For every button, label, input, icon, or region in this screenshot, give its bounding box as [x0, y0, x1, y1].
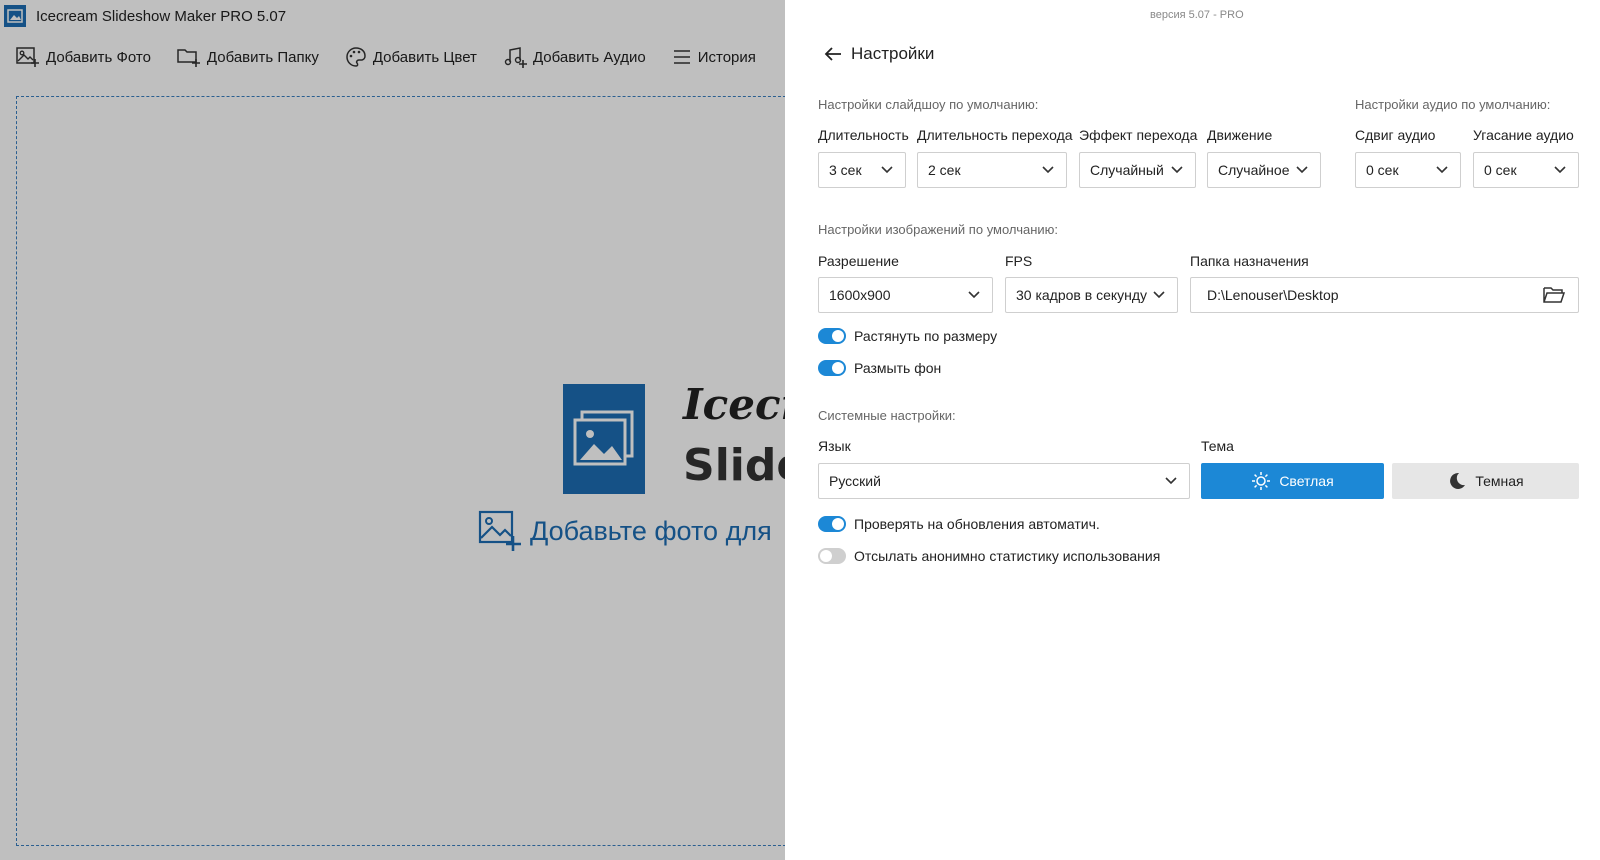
fps-value: 30 кадров в секунду: [1016, 287, 1148, 303]
transition-effect-value: Случайный: [1090, 162, 1164, 178]
chevron-down-icon: [1042, 166, 1054, 174]
chevron-down-icon: [968, 291, 980, 299]
resolution-label: Разрешение: [818, 253, 899, 269]
audio-fade-label: Угасание аудио: [1473, 127, 1574, 143]
history-button[interactable]: История: [672, 48, 756, 66]
resolution-select[interactable]: 1600x900: [818, 277, 993, 313]
theme-light-button[interactable]: Светлая: [1201, 463, 1384, 499]
chevron-down-icon: [1436, 166, 1448, 174]
version-label: версия 5.07 - PRO: [1150, 9, 1244, 21]
blur-toggle-row: Размыть фон: [818, 360, 941, 376]
theme-dark-label: Темная: [1475, 473, 1524, 489]
toggle-knob: [832, 330, 844, 342]
app-logo-icon: [4, 5, 26, 27]
add-color-label: Добавить Цвет: [372, 48, 477, 66]
menu-icon: [673, 50, 690, 64]
chevron-down-icon: [1165, 477, 1177, 485]
add-audio-icon: [504, 47, 527, 68]
transition-effect-label: Эффект перехода: [1079, 127, 1198, 143]
language-value: Русский: [829, 473, 881, 489]
photo-drop-zone[interactable]: [16, 96, 785, 846]
audio-fade-select[interactable]: 0 сек: [1473, 152, 1579, 188]
logo-text-line2: Slide: [683, 440, 785, 491]
add-photo-icon: [16, 47, 39, 67]
blur-toggle[interactable]: [818, 360, 846, 376]
stretch-label: Растянуть по размеру: [854, 328, 998, 344]
slideshow-section-title: Настройки слайдшоу по умолчанию:: [818, 97, 1039, 112]
audio-shift-select[interactable]: 0 сек: [1355, 152, 1461, 188]
add-folder-icon: [177, 49, 200, 67]
stretch-toggle-row: Растянуть по размеру: [818, 328, 997, 344]
settings-title: Настройки: [851, 44, 935, 63]
transition-duration-select[interactable]: 2 сек: [917, 152, 1067, 188]
destination-folder-label: Папка назначения: [1190, 253, 1309, 269]
window-title: Icecream Slideshow Maker PRO 5.07: [36, 7, 287, 25]
add-audio-button[interactable]: Добавить Аудио: [503, 46, 646, 68]
add-photos-hint[interactable]: Добавьте фото для: [478, 510, 772, 552]
stretch-toggle[interactable]: [818, 328, 846, 344]
destination-folder-value: D:\Lenouser\Desktop: [1207, 287, 1339, 303]
transition-duration-value: 2 сек: [928, 162, 961, 178]
product-logo-icon: [563, 384, 645, 494]
history-label: История: [697, 48, 756, 66]
add-photos-hint-text: Добавьте фото для: [530, 515, 772, 546]
audio-fade-value: 0 сек: [1484, 162, 1517, 178]
fps-select[interactable]: 30 кадров в секунду: [1005, 277, 1178, 313]
add-folder-label: Добавить Папку: [206, 48, 319, 66]
toggle-knob: [832, 362, 844, 374]
resolution-value: 1600x900: [829, 287, 891, 303]
motion-value: Случайное: [1218, 162, 1290, 178]
language-label: Язык: [818, 438, 851, 454]
toggle-knob: [820, 550, 832, 562]
back-button[interactable]: Настройки: [823, 44, 934, 64]
add-audio-label: Добавить Аудио: [532, 48, 646, 66]
updates-label: Проверять на обновления автоматич.: [854, 516, 1100, 532]
audio-shift-label: Сдвиг аудио: [1355, 127, 1436, 143]
settings-panel: версия 5.07 - PRO Настройки Настройки сл…: [785, 0, 1600, 860]
updates-toggle-row: Проверять на обновления автоматич.: [818, 516, 1100, 532]
duration-value: 3 сек: [829, 162, 862, 178]
add-photo-label: Добавить Фото: [46, 48, 151, 66]
duration-select[interactable]: 3 сек: [818, 152, 906, 188]
audio-section-title: Настройки аудио по умолчанию:: [1355, 97, 1551, 112]
language-select[interactable]: Русский: [818, 463, 1190, 499]
system-section-title: Системные настройки:: [818, 408, 956, 423]
audio-shift-value: 0 сек: [1366, 162, 1399, 178]
chevron-down-icon: [881, 166, 893, 174]
moon-icon: [1450, 472, 1466, 489]
toolbar: Добавить Фото Добавить Папку Добавить Цв…: [0, 38, 766, 76]
chevron-down-icon: [1554, 166, 1566, 174]
motion-label: Движение: [1207, 127, 1273, 143]
palette-icon: [346, 47, 366, 67]
sun-icon: [1252, 472, 1271, 490]
theme-light-label: Светлая: [1279, 473, 1334, 489]
updates-toggle[interactable]: [818, 516, 846, 532]
folder-open-icon[interactable]: [1542, 285, 1566, 305]
blur-label: Размыть фон: [854, 360, 942, 376]
chevron-down-icon: [1171, 166, 1183, 174]
stats-toggle-row: Отсылать анонимно статистику использован…: [818, 548, 1160, 564]
add-color-button[interactable]: Добавить Цвет: [345, 46, 477, 68]
image-section-title: Настройки изображений по умолчанию:: [818, 222, 1059, 237]
logo-text-line1: Icecr: [683, 380, 785, 429]
toggle-knob: [832, 518, 844, 530]
transition-effect-select[interactable]: Случайный: [1079, 152, 1196, 188]
theme-label: Тема: [1201, 438, 1234, 454]
title-bar: Icecream Slideshow Maker PRO 5.07: [0, 0, 785, 32]
chevron-down-icon: [1296, 166, 1308, 174]
motion-select[interactable]: Случайное: [1207, 152, 1321, 188]
add-folder-button[interactable]: Добавить Папку: [177, 46, 319, 68]
add-photo-button[interactable]: Добавить Фото: [16, 46, 151, 68]
fps-label: FPS: [1005, 253, 1033, 269]
arrow-left-icon: [824, 47, 841, 61]
main-window: Icecream Slideshow Maker PRO 5.07 Добави…: [0, 0, 785, 860]
chevron-down-icon: [1153, 291, 1165, 299]
add-image-icon: [478, 510, 521, 551]
stats-label: Отсылать анонимно статистику использован…: [854, 548, 1161, 564]
destination-folder-field[interactable]: D:\Lenouser\Desktop: [1190, 277, 1579, 313]
theme-dark-button[interactable]: Темная: [1392, 463, 1579, 499]
stats-toggle[interactable]: [818, 548, 846, 564]
transition-duration-label: Длительность перехода: [917, 127, 1073, 143]
duration-label: Длительность: [818, 127, 909, 143]
